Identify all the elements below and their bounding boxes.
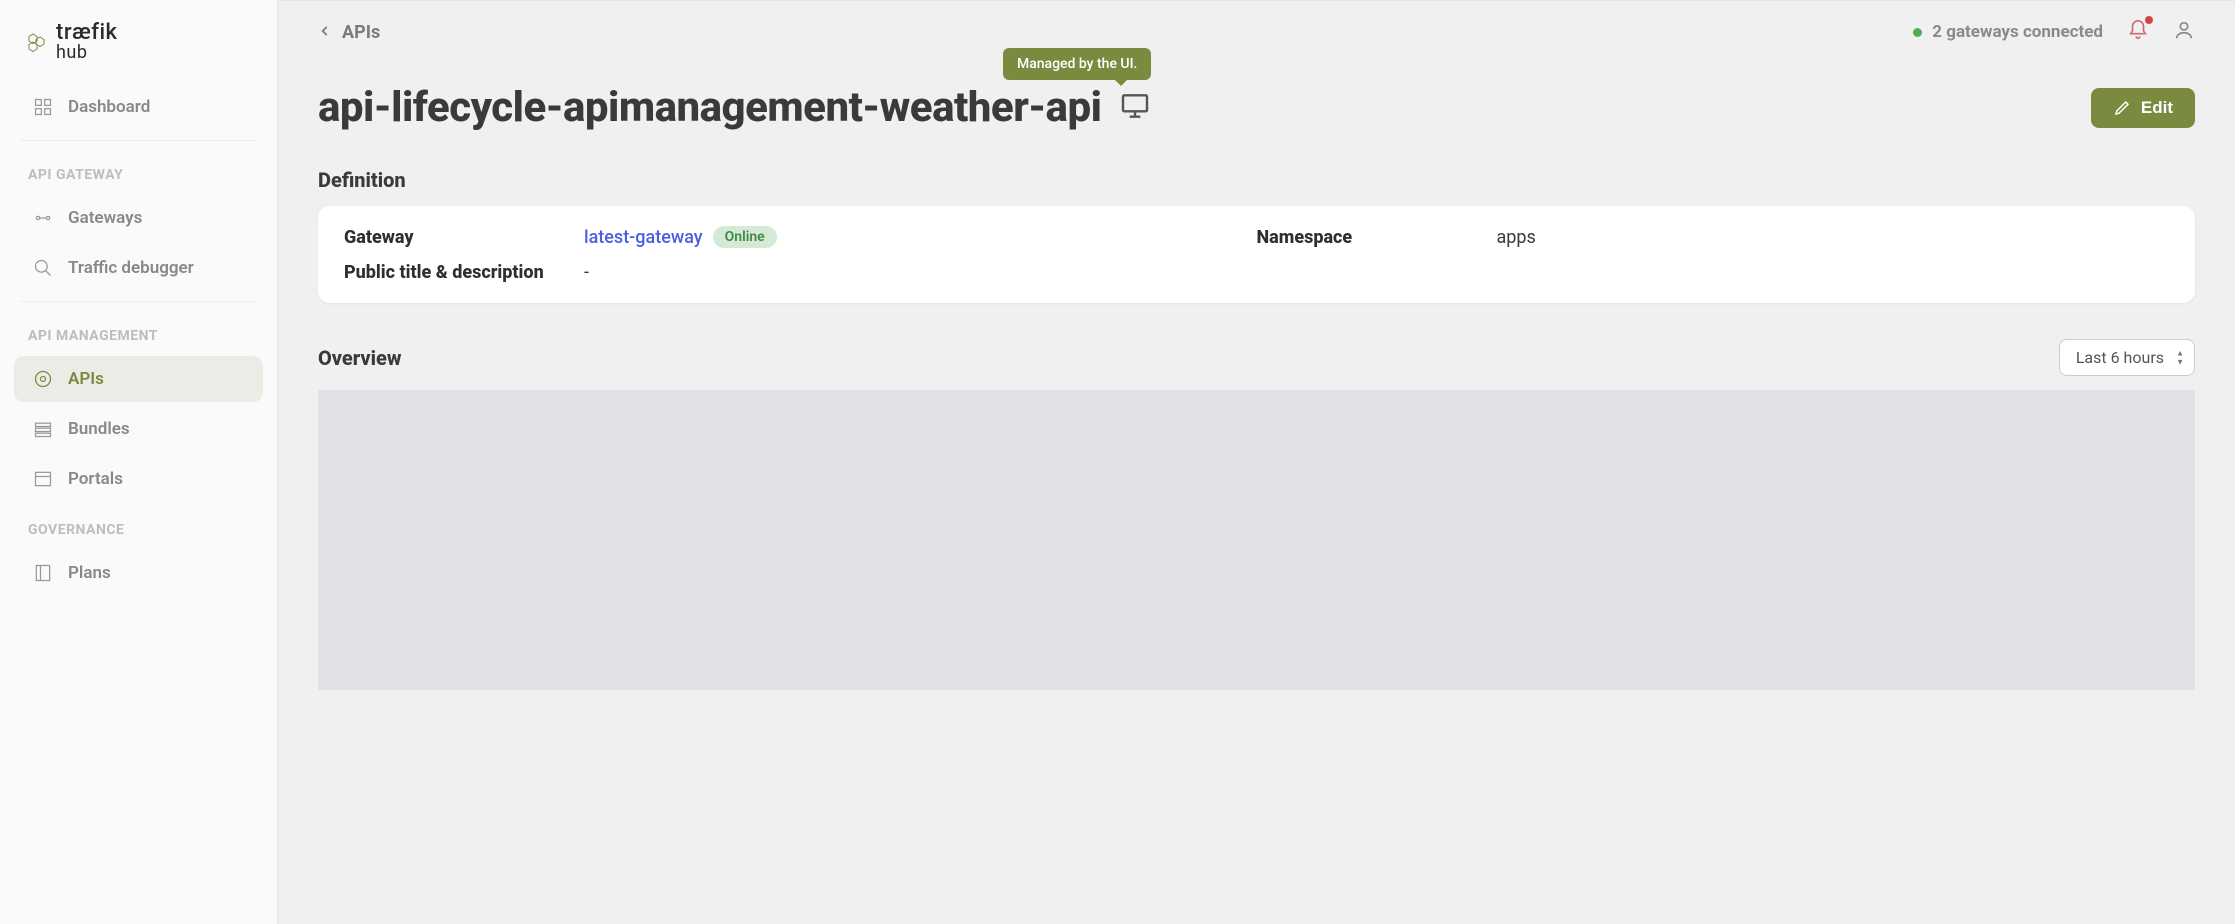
definition-value-namespace: apps [1497,227,2170,248]
time-range-select[interactable]: Last 6 hours ▲▼ [2059,339,2195,376]
divider [20,301,257,302]
definition-label-gateway: Gateway [344,227,584,248]
online-badge: Online [713,226,777,248]
gateway-status: 2 gateways connected [1913,22,2103,42]
managed-by-ui-indicator[interactable]: Managed by the UI. [1119,90,1151,126]
topbar: APIs 2 gateways connected [278,1,2235,55]
sidebar-item-label: Traffic debugger [68,258,194,278]
monitor-icon [1119,90,1151,122]
time-range-value: Last 6 hours [2076,348,2164,367]
logo[interactable]: træfik hub [0,10,277,82]
status-text: 2 gateways connected [1932,22,2103,42]
plans-icon [32,562,54,584]
sidebar-item-bundles[interactable]: Bundles [14,406,263,452]
chevron-left-icon [318,22,332,43]
main-content: APIs 2 gateways connected api-li [278,0,2235,924]
title-left: api-lifecycle-apimanagement-weather-api … [318,83,1151,132]
user-menu-button[interactable] [2173,19,2195,45]
definition-value-gateway: latest-gateway Online [584,226,1257,248]
sidebar-section-api-management: API MANAGEMENT [0,310,277,354]
edit-button[interactable]: Edit [2091,88,2195,128]
select-caret-icon: ▲▼ [2176,349,2184,366]
sidebar-item-dashboard[interactable]: Dashboard [14,84,263,130]
search-icon [32,257,54,279]
page-content: api-lifecycle-apimanagement-weather-api … [278,55,2235,730]
sidebar-section-governance: GOVERNANCE [0,504,277,548]
sidebar-item-label: Plans [68,563,111,583]
bundles-icon [32,418,54,440]
pencil-icon [2113,99,2131,117]
gateways-icon [32,207,54,229]
apis-icon [32,368,54,390]
logo-text: træfik hub [56,22,118,62]
sidebar-item-label: Gateways [68,208,142,228]
status-dot-icon [1913,28,1922,37]
sidebar-item-label: Dashboard [68,97,150,117]
sidebar-section-api-gateway: API GATEWAY [0,149,277,193]
sidebar-item-label: APIs [68,369,104,389]
title-row: api-lifecycle-apimanagement-weather-api … [318,83,2195,132]
notification-dot-icon [2145,16,2153,24]
tooltip: Managed by the UI. [1003,48,1152,80]
sidebar-item-label: Portals [68,469,123,489]
sidebar-item-apis[interactable]: APIs [14,356,263,402]
overview-heading: Overview [318,346,401,370]
sidebar: træfik hub Dashboard API GATEWAY Gateway… [0,0,278,924]
sidebar-item-traffic-debugger[interactable]: Traffic debugger [14,245,263,291]
sidebar-item-portals[interactable]: Portals [14,456,263,502]
overview-header: Overview Last 6 hours ▲▼ [318,339,2195,376]
sidebar-item-label: Bundles [68,419,130,439]
logo-icon [26,31,48,53]
user-icon [2173,19,2195,41]
topbar-right: 2 gateways connected [1913,19,2195,45]
sidebar-item-plans[interactable]: Plans [14,550,263,596]
portals-icon [32,468,54,490]
divider [20,140,257,141]
sidebar-item-gateways[interactable]: Gateways [14,195,263,241]
overview-chart-area [318,390,2195,690]
breadcrumb-label: APIs [342,22,380,43]
edit-button-label: Edit [2141,98,2173,118]
definition-heading: Definition [318,168,2195,192]
definition-value-title-desc: - [584,262,1257,283]
definition-label-namespace: Namespace [1257,227,1497,248]
definition-label-title-desc: Public title & description [344,262,584,283]
breadcrumb-back[interactable]: APIs [318,22,380,43]
dashboard-icon [32,96,54,118]
notifications-button[interactable] [2127,19,2149,45]
definition-grid: Gateway latest-gateway Online Namespace … [344,226,2169,283]
page-title: api-lifecycle-apimanagement-weather-api [318,83,1101,132]
gateway-link[interactable]: latest-gateway [584,227,703,248]
definition-card: Gateway latest-gateway Online Namespace … [318,206,2195,303]
